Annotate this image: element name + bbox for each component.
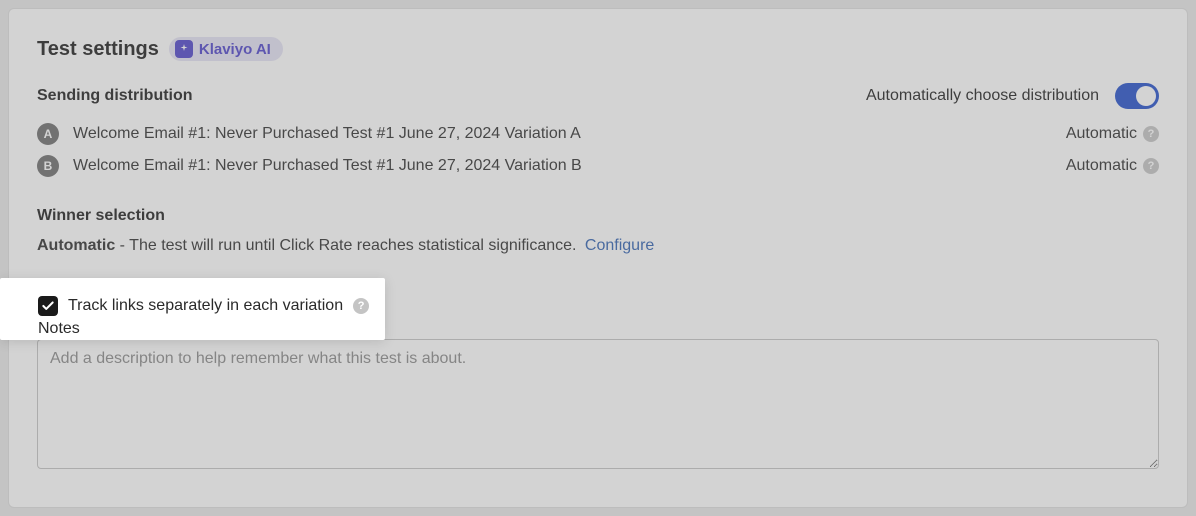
variation-left: A Welcome Email #1: Never Purchased Test… xyxy=(37,123,581,145)
variation-name: Welcome Email #1: Never Purchased Test #… xyxy=(73,157,582,175)
notes-textarea[interactable] xyxy=(37,339,1159,469)
winner-selection-label: Winner selection xyxy=(37,207,1159,225)
winner-dash: - xyxy=(115,237,129,254)
variation-mode: Automatic ? xyxy=(1066,157,1159,175)
sparkle-icon xyxy=(175,40,193,58)
sending-distribution-label: Sending distribution xyxy=(37,87,193,105)
track-links-checkbox[interactable] xyxy=(38,296,58,316)
variation-mode-text: Automatic xyxy=(1066,125,1137,143)
variation-badge-b: B xyxy=(37,155,59,177)
sending-distribution-header: Sending distribution Automatically choos… xyxy=(37,83,1159,109)
panel-header: Test settings Klaviyo AI xyxy=(37,37,1159,61)
variation-mode: Automatic ? xyxy=(1066,125,1159,143)
ai-badge-label: Klaviyo AI xyxy=(199,41,271,58)
variation-name: Welcome Email #1: Never Purchased Test #… xyxy=(73,125,581,143)
winner-text: The test will run until Click Rate reach… xyxy=(129,237,576,254)
variation-row: A Welcome Email #1: Never Purchased Test… xyxy=(37,123,1159,145)
auto-distribution-control: Automatically choose distribution xyxy=(866,83,1159,109)
winner-selection-section: Winner selection Automatic - The test wi… xyxy=(37,207,1159,255)
auto-distribution-toggle[interactable] xyxy=(1115,83,1159,109)
track-links-label: Track links separately in each variation xyxy=(68,297,343,315)
help-icon[interactable]: ? xyxy=(1143,158,1159,174)
configure-link[interactable]: Configure xyxy=(585,237,654,254)
notes-label: Notes xyxy=(0,320,385,338)
variation-badge-a: A xyxy=(37,123,59,145)
toggle-knob xyxy=(1136,86,1156,106)
variation-left: B Welcome Email #1: Never Purchased Test… xyxy=(37,155,582,177)
highlight-callout: Track links separately in each variation… xyxy=(0,278,385,340)
winner-mode: Automatic xyxy=(37,237,115,254)
variation-row: B Welcome Email #1: Never Purchased Test… xyxy=(37,155,1159,177)
help-icon[interactable]: ? xyxy=(353,298,369,314)
variation-mode-text: Automatic xyxy=(1066,157,1137,175)
auto-distribution-label: Automatically choose distribution xyxy=(866,87,1099,105)
winner-selection-description: Automatic - The test will run until Clic… xyxy=(37,237,1159,255)
test-settings-panel: Test settings Klaviyo AI Sending distrib… xyxy=(8,8,1188,508)
help-icon[interactable]: ? xyxy=(1143,126,1159,142)
panel-title: Test settings xyxy=(37,38,159,61)
klaviyo-ai-badge[interactable]: Klaviyo AI xyxy=(169,37,283,61)
